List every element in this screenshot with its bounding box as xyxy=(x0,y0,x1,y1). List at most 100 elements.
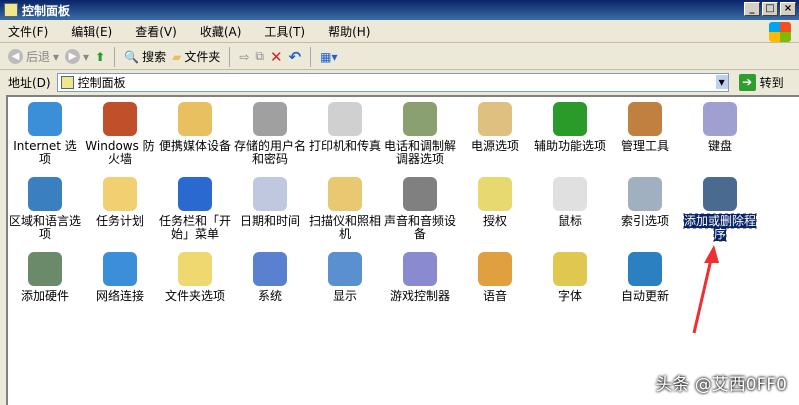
address-input[interactable]: 控制面板 ▾ xyxy=(56,72,729,92)
address-value: 控制面板 xyxy=(77,75,126,90)
back-arrow-icon: ◀ xyxy=(8,49,23,64)
menu-tools[interactable]: 工具(T) xyxy=(264,23,305,40)
control-panel-item[interactable]: 区域和语言选项 xyxy=(8,177,82,241)
control-panel-item-label: 扫描仪和照相机 xyxy=(308,214,381,241)
menu-favorites[interactable]: 收藏(A) xyxy=(200,23,242,40)
control-panel-item[interactable]: 添加或删除程序 xyxy=(682,177,758,242)
control-panel-item[interactable]: Windows 防火墙 xyxy=(83,102,157,166)
control-panel-item-label: 任务计划 xyxy=(95,214,144,228)
delete-icon[interactable]: ✕ xyxy=(270,48,283,66)
menu-view[interactable]: 查看(V) xyxy=(135,23,177,40)
control-panel-item-icon xyxy=(103,102,137,136)
search-icon: 🔍 xyxy=(124,49,140,64)
control-panel-item[interactable]: 电话和调制解调器选项 xyxy=(383,102,457,166)
control-panel-item[interactable]: 便携媒体设备 xyxy=(158,102,232,153)
watermark: 头条 @艾西0FF0 xyxy=(655,375,787,395)
control-panel-item[interactable]: 文件夹选项 xyxy=(158,252,232,303)
control-panel-item-icon xyxy=(553,102,587,136)
control-panel-item-icon xyxy=(703,177,737,211)
control-panel-item-icon xyxy=(478,177,512,211)
menu-file[interactable]: 文件(F) xyxy=(8,23,48,40)
address-label: 地址(D) xyxy=(8,75,51,90)
control-panel-item-icon xyxy=(328,252,362,286)
control-panel-item-label: 打印机和传真 xyxy=(308,139,381,153)
go-arrow-icon: ➔ xyxy=(738,73,756,91)
control-panel-item[interactable]: 声音和音频设备 xyxy=(383,177,457,241)
control-panel-item[interactable]: 系统 xyxy=(233,252,307,303)
control-panel-item-label: 电源选项 xyxy=(470,139,519,153)
search-label: 搜索 xyxy=(142,50,167,64)
control-panel-item[interactable]: 鼠标 xyxy=(533,177,607,228)
window-title: 控制面板 xyxy=(22,3,71,18)
control-panel-item[interactable]: 授权 xyxy=(458,177,532,228)
control-panel-item-icon xyxy=(253,177,287,211)
copy-to-icon[interactable]: ⧉ xyxy=(255,49,264,64)
control-panel-item-label: Windows 防火墙 xyxy=(85,139,155,166)
control-panel-item[interactable]: 扫描仪和照相机 xyxy=(308,177,382,241)
close-button[interactable]: × xyxy=(780,2,796,16)
control-panel-item[interactable]: 键盘 xyxy=(683,102,757,153)
control-panel-item[interactable]: 任务计划 xyxy=(83,177,157,228)
control-panel-item[interactable]: 游戏控制器 xyxy=(383,252,457,303)
undo-icon[interactable]: ↶ xyxy=(289,48,302,66)
go-label: 转到 xyxy=(759,75,784,90)
control-panel-item[interactable]: 辅助功能选项 xyxy=(533,102,607,153)
menu-edit[interactable]: 编辑(E) xyxy=(71,23,112,40)
control-panel-item-icon xyxy=(253,102,287,136)
control-panel-item[interactable]: 电源选项 xyxy=(458,102,532,153)
up-folder-icon: ⬆ xyxy=(95,49,106,64)
maximize-button[interactable]: □ xyxy=(762,2,778,16)
control-panel-item-icon xyxy=(628,252,662,286)
go-button[interactable]: ➔ 转到 xyxy=(738,73,784,91)
control-panel-icon xyxy=(4,3,18,17)
control-panel-item-label: 存储的用户名和密码 xyxy=(233,139,306,166)
control-panel-icon xyxy=(60,75,74,89)
control-panel-item[interactable]: 索引选项 xyxy=(608,177,682,228)
control-panel-item-icon xyxy=(28,252,62,286)
control-panel-item-label: 管理工具 xyxy=(620,139,669,153)
control-panel-item-icon xyxy=(103,252,137,286)
control-panel-item-label: 区域和语言选项 xyxy=(8,214,81,241)
control-panel-item-icon xyxy=(553,252,587,286)
control-panel-item-label: 字体 xyxy=(557,289,582,303)
back-button[interactable]: ◀ 后退 ▾ xyxy=(8,48,59,65)
control-panel-item-icon xyxy=(403,177,437,211)
control-panel-item[interactable]: 打印机和传真 xyxy=(308,102,382,153)
control-panel-item-label: 任务栏和「开始」菜单 xyxy=(158,214,231,241)
control-panel-item-label: 声音和音频设备 xyxy=(383,214,456,241)
control-panel-item-label: 文件夹选项 xyxy=(164,289,225,303)
control-panel-item[interactable]: Internet 选项 xyxy=(8,102,82,166)
control-panel-item[interactable]: 添加硬件 xyxy=(8,252,82,303)
address-dropdown-icon[interactable]: ▾ xyxy=(715,75,728,89)
control-panel-item[interactable]: 存储的用户名和密码 xyxy=(233,102,307,166)
folders-button[interactable]: ▰ 文件夹 xyxy=(172,48,220,65)
control-panel-item[interactable]: 语音 xyxy=(458,252,532,303)
control-panel-item-label: 索引选项 xyxy=(620,214,669,228)
separator xyxy=(310,46,312,67)
windows-logo-icon xyxy=(769,22,791,42)
control-panel-item[interactable]: 字体 xyxy=(533,252,607,303)
views-icon[interactable]: ▦▾ xyxy=(320,50,337,64)
control-panel-item[interactable]: 任务栏和「开始」菜单 xyxy=(158,177,232,241)
forward-button[interactable]: ▶ ▾ xyxy=(65,49,89,64)
control-panel-item[interactable]: 显示 xyxy=(308,252,382,303)
control-panel-item[interactable]: 管理工具 xyxy=(608,102,682,153)
control-panel-item-icon xyxy=(703,102,737,136)
control-panel-item-label: 自动更新 xyxy=(620,289,669,303)
minimize-button[interactable]: _ xyxy=(744,2,760,16)
red-arrow-annotation xyxy=(692,245,719,334)
control-panel-item-label: Internet 选项 xyxy=(13,139,77,166)
search-button[interactable]: 🔍 搜索 xyxy=(124,48,166,65)
control-panel-item[interactable]: 网络连接 xyxy=(83,252,157,303)
control-panel-item[interactable]: 日期和时间 xyxy=(233,177,307,228)
menu-help[interactable]: 帮助(H) xyxy=(328,23,370,40)
control-panel-item[interactable]: 自动更新 xyxy=(608,252,682,303)
separator xyxy=(114,46,116,67)
control-panel-item-label: 授权 xyxy=(482,214,507,228)
control-panel-item-icon xyxy=(178,252,212,286)
folder-icon: ▰ xyxy=(172,49,182,64)
control-panel-item-label: 显示 xyxy=(332,289,357,303)
forward-arrow-icon: ▶ xyxy=(65,49,81,64)
move-to-icon[interactable]: ⇨ xyxy=(239,50,249,64)
up-folder-button[interactable]: ⬆ xyxy=(95,50,105,64)
